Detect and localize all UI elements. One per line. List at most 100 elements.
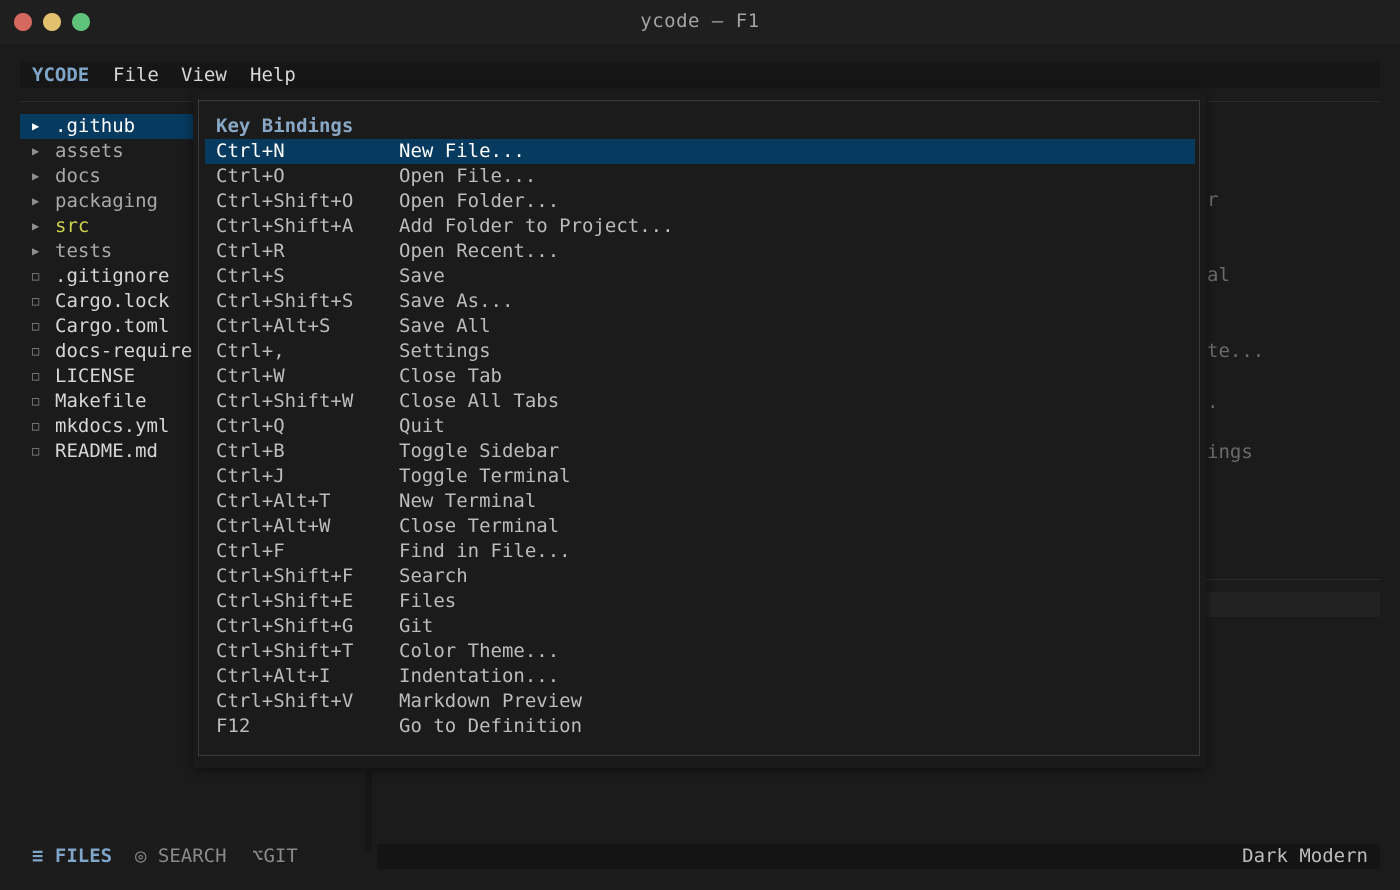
binding-row[interactable]: Ctrl+B Toggle Sidebar xyxy=(205,439,1195,464)
square-outline-icon: □ xyxy=(32,369,40,383)
menu-file[interactable]: File xyxy=(113,62,159,88)
binding-action: Settings xyxy=(399,340,491,362)
binding-row[interactable]: Ctrl+Alt+I Indentation... xyxy=(205,664,1195,689)
tree-item-label: docs xyxy=(55,165,101,187)
tree-item-label: assets xyxy=(55,140,124,162)
binding-row[interactable]: Ctrl+J Toggle Terminal xyxy=(205,464,1195,489)
panel-divider xyxy=(1206,579,1380,580)
triangle-right-icon: ▶ xyxy=(32,194,40,208)
binding-row[interactable]: Ctrl+O Open File... xyxy=(205,164,1195,189)
binding-row[interactable]: Ctrl+Shift+S Save As... xyxy=(205,289,1195,314)
binding-action: Go to Definition xyxy=(399,715,583,737)
tree-item-label: Cargo.lock xyxy=(55,290,170,312)
binding-key: Ctrl+Alt+T xyxy=(216,490,331,512)
binding-key: Ctrl+Shift+A xyxy=(216,215,354,237)
triangle-right-icon: ▶ xyxy=(32,144,40,158)
binding-key: Ctrl+Q xyxy=(216,415,285,437)
binding-key: Ctrl+Shift+O xyxy=(216,190,354,212)
binding-row[interactable]: Ctrl+Shift+V Markdown Preview xyxy=(205,689,1195,714)
tree-item-label: docs-require xyxy=(55,340,193,362)
binding-action: Find in File... xyxy=(399,540,571,562)
binding-action: New Terminal xyxy=(399,490,537,512)
square-outline-icon: □ xyxy=(32,344,40,358)
binding-action: Search xyxy=(399,565,468,587)
binding-row[interactable]: Ctrl+Alt+T New Terminal xyxy=(205,489,1195,514)
binding-action: Add Folder to Project... xyxy=(399,215,674,237)
binding-row[interactable]: Ctrl+R Open Recent... xyxy=(205,239,1195,264)
binding-row[interactable]: Ctrl+S Save xyxy=(205,264,1195,289)
binding-key: Ctrl+S xyxy=(216,265,285,287)
panel-header-bar xyxy=(1206,592,1380,617)
binding-row[interactable]: Ctrl+N New File... xyxy=(205,139,1195,164)
binding-row[interactable]: Ctrl+Shift+T Color Theme... xyxy=(205,639,1195,664)
binding-action: Open Folder... xyxy=(399,190,560,212)
square-outline-icon: □ xyxy=(32,444,40,458)
binding-action: New File... xyxy=(399,140,525,162)
binding-row[interactable]: Ctrl+Shift+O Open Folder... xyxy=(205,189,1195,214)
tree-item-label: LICENSE xyxy=(55,365,136,387)
tree-item-label: Cargo.toml xyxy=(55,315,170,337)
app-window: ycode — F1 YCODE File View Help ▶ .githu… xyxy=(0,0,1400,890)
binding-key: Ctrl+Shift+W xyxy=(216,390,354,412)
binding-key: Ctrl+Alt+W xyxy=(216,515,331,537)
menu-view[interactable]: View xyxy=(181,62,227,88)
tree-item-label: src xyxy=(55,215,90,237)
binding-row[interactable]: Ctrl+Alt+S Save All xyxy=(205,314,1195,339)
binding-key: Ctrl+J xyxy=(216,465,285,487)
background-text: al xyxy=(1207,264,1230,286)
tab-files[interactable]: ≡ FILES xyxy=(32,844,112,869)
square-outline-icon: □ xyxy=(32,269,40,283)
title-bar: ycode — F1 xyxy=(0,0,1400,44)
binding-row[interactable]: Ctrl+Shift+F Search xyxy=(205,564,1195,589)
binding-key: Ctrl+, xyxy=(216,340,285,362)
app-brand: YCODE xyxy=(32,64,90,86)
binding-action: Toggle Sidebar xyxy=(399,440,560,462)
binding-action: Save As... xyxy=(399,290,514,312)
binding-row[interactable]: Ctrl+, Settings xyxy=(205,339,1195,364)
binding-key: Ctrl+Shift+S xyxy=(216,290,354,312)
binding-key: Ctrl+Shift+G xyxy=(216,615,354,637)
sidebar-separator[interactable] xyxy=(365,770,372,850)
binding-row[interactable]: Ctrl+Shift+W Close All Tabs xyxy=(205,389,1195,414)
binding-row[interactable]: Ctrl+Alt+W Close Terminal xyxy=(205,514,1195,539)
tree-item-label: mkdocs.yml xyxy=(55,415,170,437)
menu-help[interactable]: Help xyxy=(250,62,296,88)
binding-action: Save xyxy=(399,265,445,287)
menu-bar: YCODE File View Help xyxy=(20,62,1380,88)
binding-row[interactable]: Ctrl+Shift+G Git xyxy=(205,614,1195,639)
binding-action: Close Terminal xyxy=(399,515,560,537)
binding-action: Close Tab xyxy=(399,365,502,387)
binding-key: Ctrl+Shift+F xyxy=(216,565,354,587)
tree-item-github[interactable]: ▶ .github xyxy=(20,114,195,139)
binding-key: Ctrl+N xyxy=(216,140,285,162)
binding-key: Ctrl+B xyxy=(216,440,285,462)
binding-key: Ctrl+Shift+E xyxy=(216,590,354,612)
binding-action: Toggle Terminal xyxy=(399,465,571,487)
window-title: ycode — F1 xyxy=(640,10,760,32)
binding-key: Ctrl+F xyxy=(216,540,285,562)
binding-action: Git xyxy=(399,615,434,637)
background-text: te... xyxy=(1207,340,1265,362)
binding-row[interactable]: Ctrl+Shift+A Add Folder to Project... xyxy=(205,214,1195,239)
binding-key: Ctrl+Alt+I xyxy=(216,665,331,687)
binding-row[interactable]: Ctrl+Shift+E Files xyxy=(205,589,1195,614)
square-outline-icon: □ xyxy=(32,294,40,308)
binding-row[interactable]: Ctrl+W Close Tab xyxy=(205,364,1195,389)
theme-indicator[interactable]: Dark Modern xyxy=(1242,844,1368,869)
tab-git[interactable]: ⌥GIT xyxy=(252,844,298,869)
square-outline-icon: □ xyxy=(32,394,40,408)
binding-key: F12 xyxy=(216,715,251,737)
binding-row[interactable]: Ctrl+F Find in File... xyxy=(205,539,1195,564)
binding-key: Ctrl+W xyxy=(216,365,285,387)
binding-key: Ctrl+Shift+V xyxy=(216,690,354,712)
binding-action: Color Theme... xyxy=(399,640,560,662)
binding-row[interactable]: Ctrl+Q Quit xyxy=(205,414,1195,439)
binding-action: Quit xyxy=(399,415,445,437)
tree-item-label: README.md xyxy=(55,440,158,462)
dialog-title: Key Bindings xyxy=(216,115,354,137)
tree-item-label: .gitignore xyxy=(55,265,170,287)
tab-search[interactable]: ◎ SEARCH xyxy=(135,844,227,869)
square-outline-icon: □ xyxy=(32,419,40,433)
binding-row[interactable]: F12 Go to Definition xyxy=(205,714,1195,739)
status-bar: Dark Modern xyxy=(377,844,1380,869)
